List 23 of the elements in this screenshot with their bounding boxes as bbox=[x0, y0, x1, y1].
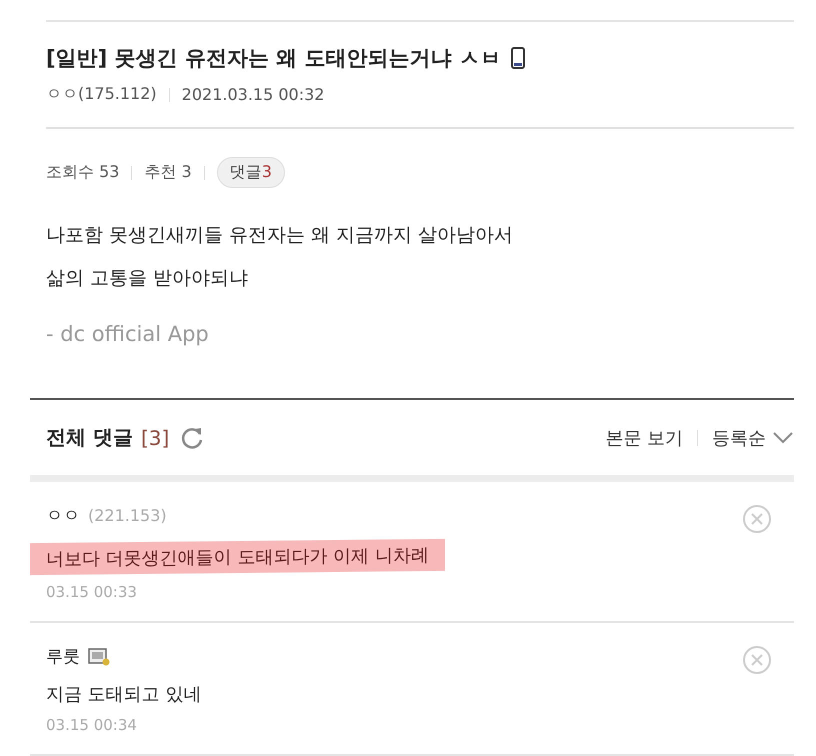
comments-title: 전체 댓글 bbox=[46, 424, 133, 451]
comment-date: 03.15 00:34 bbox=[46, 716, 138, 734]
view-count: 조회수 53 bbox=[46, 162, 120, 183]
commenter-ip: (221.153) bbox=[88, 506, 167, 525]
comment-date: 03.15 00:33 bbox=[46, 583, 138, 601]
commenter-name: ㅇㅇ bbox=[46, 505, 80, 527]
comment-text: 너보다 더못생긴애들이 도태되다가 이제 니차례 bbox=[30, 538, 445, 576]
post-date: 2021.03.15 00:32 bbox=[182, 85, 324, 104]
delete-icon[interactable] bbox=[742, 645, 772, 675]
sort-dropdown[interactable]: 등록순 bbox=[712, 426, 794, 450]
author-name: ㅇㅇ(175.112) bbox=[46, 84, 157, 105]
view-post-link[interactable]: 본문 보기 bbox=[605, 426, 683, 450]
commenter-name: 루룻 bbox=[46, 646, 80, 668]
comment-text: 지금 도태되고 있네 bbox=[46, 683, 202, 706]
delete-icon[interactable] bbox=[742, 504, 772, 534]
recommend-count: 추천 3 bbox=[144, 162, 192, 183]
post-title: [일반] 못생긴 유전자는 왜 도태안되는거냐 ㅅㅂ bbox=[46, 45, 501, 72]
chevron-down-icon bbox=[772, 430, 794, 444]
signature-text: - dc official App bbox=[46, 322, 210, 348]
body-text: 삶의 고통을 받아야되냐 bbox=[46, 266, 250, 291]
body-text: 나포함 못생긴새끼들 유전자는 왜 지금까지 살아남아서 bbox=[46, 223, 514, 248]
comment-count-button[interactable]: 댓글3 bbox=[216, 157, 285, 188]
comment-total: [3] bbox=[140, 426, 170, 450]
